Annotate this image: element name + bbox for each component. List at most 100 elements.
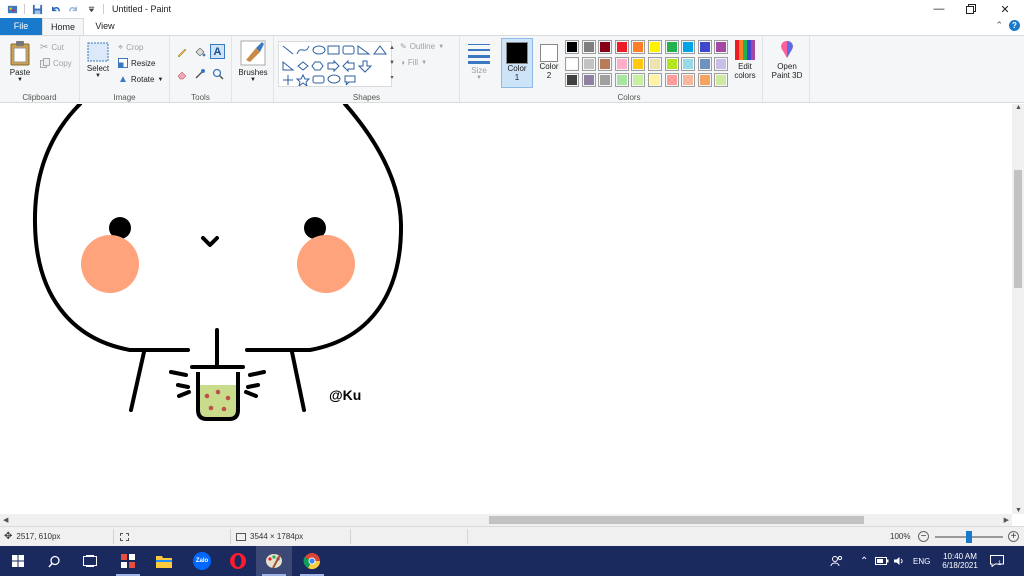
- collapse-ribbon-icon[interactable]: ⌃: [995, 20, 1003, 31]
- color2-button[interactable]: Color 2: [534, 38, 564, 88]
- cut-button[interactable]: ✂ Cut: [40, 42, 64, 53]
- crop-button[interactable]: ⌖ Crop: [118, 42, 143, 53]
- cut-label: Cut: [51, 43, 64, 52]
- scroll-right-icon[interactable]: ▶: [1004, 516, 1009, 524]
- task-view-button[interactable]: [72, 546, 108, 576]
- help-icon[interactable]: ?: [1009, 20, 1020, 31]
- scroll-down-icon[interactable]: ▼: [1015, 507, 1022, 514]
- size-button[interactable]: Size ▼: [464, 42, 494, 81]
- zoom-out-button[interactable]: −: [918, 527, 929, 546]
- color-swatch[interactable]: [581, 40, 596, 54]
- scroll-left-icon[interactable]: ◀: [3, 516, 8, 524]
- color-swatch[interactable]: [565, 40, 579, 54]
- start-button[interactable]: [0, 546, 36, 576]
- color-swatch[interactable]: [697, 56, 712, 71]
- clock[interactable]: 10:40 AM 6/18/2021: [938, 546, 982, 576]
- zoom-in-button[interactable]: +: [1008, 527, 1019, 546]
- horizontal-scrollbar[interactable]: ◀ ▶: [0, 514, 1012, 526]
- language-indicator[interactable]: ENG: [913, 546, 930, 576]
- color-picker-icon[interactable]: [194, 68, 206, 80]
- copy-button[interactable]: Copy: [40, 58, 72, 68]
- drawing-canvas[interactable]: @Ku: [0, 104, 1012, 514]
- color-swatch[interactable]: [697, 40, 712, 54]
- color-swatch[interactable]: [598, 73, 613, 87]
- open-paint-3d-button[interactable]: Open Paint 3D: [766, 40, 808, 80]
- fill-button[interactable]: ◑ Fill ▼: [400, 58, 427, 67]
- restore-button[interactable]: [954, 0, 988, 18]
- color-swatch[interactable]: [581, 73, 596, 87]
- resize-button[interactable]: Resize: [118, 58, 155, 68]
- rotate-button[interactable]: ▲ Rotate ▼: [118, 74, 163, 85]
- taskbar-app[interactable]: [110, 546, 146, 576]
- magnifier-icon[interactable]: [212, 68, 224, 80]
- horizontal-scroll-thumb[interactable]: [489, 516, 864, 524]
- fill-bucket-icon[interactable]: [194, 46, 206, 58]
- color-swatch[interactable]: [714, 56, 729, 71]
- paint-app-icon[interactable]: [6, 3, 18, 15]
- people-icon[interactable]: [830, 546, 844, 576]
- taskbar-paint[interactable]: [256, 546, 292, 576]
- taskbar-chrome[interactable]: [294, 546, 330, 576]
- shapes-scroll[interactable]: ▲ ▼ ▾: [388, 41, 396, 87]
- zoom-slider[interactable]: [935, 531, 1003, 543]
- color-swatch[interactable]: [614, 56, 629, 71]
- notifications-button[interactable]: 1: [990, 546, 1004, 576]
- color-swatch[interactable]: [664, 56, 679, 71]
- color-swatch[interactable]: [664, 40, 679, 54]
- color-swatch[interactable]: [714, 73, 729, 87]
- redo-icon[interactable]: [67, 3, 79, 15]
- color-swatch[interactable]: [648, 40, 662, 54]
- color-swatch[interactable]: [631, 56, 646, 71]
- minimize-button[interactable]: —: [922, 0, 956, 18]
- paste-button[interactable]: Paste ▼: [6, 40, 34, 83]
- color-swatch[interactable]: [648, 73, 662, 87]
- open-label: Open: [777, 62, 797, 71]
- shapes-gallery-icons: [282, 45, 387, 88]
- undo-icon[interactable]: [49, 3, 61, 15]
- color-swatch[interactable]: [681, 73, 696, 87]
- color1-button[interactable]: Color 1: [501, 38, 533, 88]
- eraser-icon[interactable]: [176, 68, 188, 80]
- color-swatch[interactable]: [598, 56, 613, 71]
- scissors-icon: ✂: [40, 42, 49, 53]
- taskbar-zalo[interactable]: Zalo: [184, 546, 220, 576]
- search-button[interactable]: [36, 546, 72, 576]
- taskbar-opera[interactable]: [220, 546, 256, 576]
- zoom-slider-thumb[interactable]: [966, 531, 972, 543]
- text-tool-icon[interactable]: A: [210, 44, 225, 59]
- outline-button[interactable]: ✎ Outline ▼: [400, 42, 444, 51]
- color-swatch[interactable]: [631, 73, 646, 87]
- edit-colors-button[interactable]: Edit colors: [732, 40, 758, 80]
- vertical-scrollbar[interactable]: ▲ ▼: [1012, 104, 1024, 514]
- tab-view[interactable]: View: [84, 18, 126, 35]
- close-button[interactable]: ✕: [988, 0, 1022, 18]
- customize-quick-access-icon[interactable]: [85, 3, 97, 15]
- color-swatch[interactable]: [631, 40, 646, 54]
- color-swatch[interactable]: [565, 73, 579, 87]
- color-swatch[interactable]: [714, 40, 729, 54]
- save-icon[interactable]: [31, 3, 43, 15]
- volume-icon[interactable]: [893, 546, 905, 576]
- battery-icon[interactable]: [875, 546, 889, 576]
- color-swatch[interactable]: [614, 73, 629, 87]
- taskbar-file-explorer[interactable]: [146, 546, 182, 576]
- shapes-gallery[interactable]: [278, 41, 392, 88]
- show-hidden-icons[interactable]: ⌃: [860, 546, 868, 576]
- color-swatch[interactable]: [648, 56, 662, 71]
- color-swatch[interactable]: [581, 56, 596, 71]
- color-swatch[interactable]: [614, 40, 629, 54]
- color-swatch[interactable]: [598, 40, 613, 54]
- select-button[interactable]: Select ▼: [84, 42, 112, 79]
- color-swatch[interactable]: [681, 56, 696, 71]
- scroll-up-icon[interactable]: ▲: [1015, 104, 1022, 111]
- color-swatch[interactable]: [664, 73, 679, 87]
- color-swatch[interactable]: [697, 73, 712, 87]
- brushes-button[interactable]: Brushes ▼: [235, 40, 271, 83]
- tab-file[interactable]: File: [0, 18, 42, 35]
- color-swatch-fill: [583, 58, 594, 69]
- color-swatch[interactable]: [681, 40, 696, 54]
- pencil-icon[interactable]: [176, 46, 188, 58]
- tab-home[interactable]: Home: [42, 18, 84, 35]
- color-swatch[interactable]: [565, 56, 579, 71]
- vertical-scroll-thumb[interactable]: [1014, 170, 1022, 288]
